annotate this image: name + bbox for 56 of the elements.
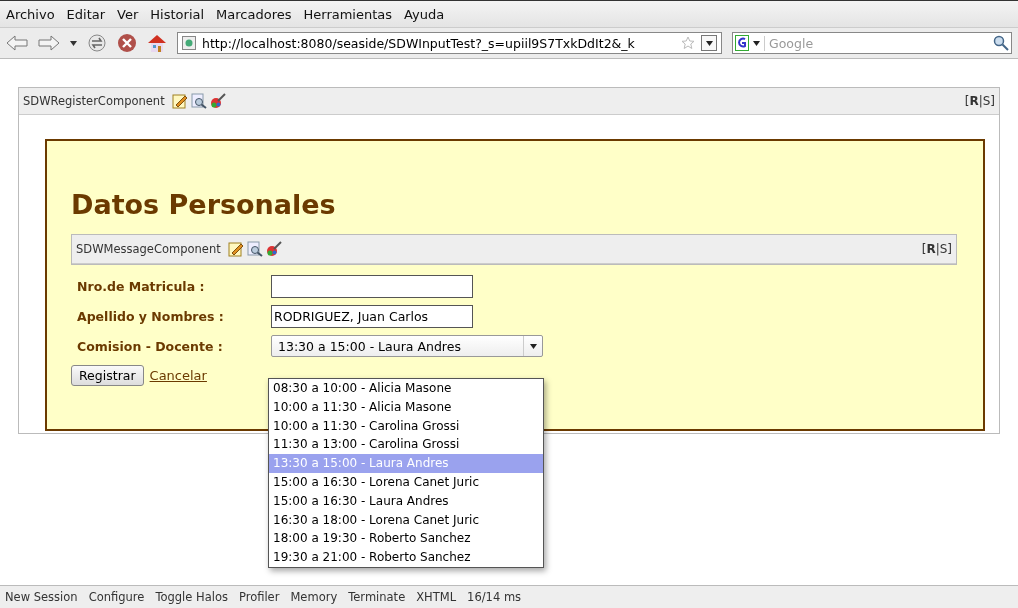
timing-text: 16/14 ms [467, 590, 522, 604]
dropdown-icon[interactable] [70, 40, 77, 46]
edit-icon[interactable] [171, 93, 188, 109]
halo-toggle[interactable]: [R|S] [964, 94, 995, 108]
register-button[interactable]: Registrar [71, 365, 144, 386]
stop-icon[interactable] [117, 33, 137, 53]
google-icon [735, 35, 749, 51]
dropdown-option[interactable]: 16:30 a 18:00 - Lorena Canet Juric [269, 510, 543, 530]
status-link[interactable]: Terminate [348, 590, 406, 604]
menu-item[interactable]: Marcadores [216, 6, 292, 22]
paint-icon[interactable] [209, 93, 226, 109]
dropdown-icon[interactable] [701, 35, 717, 51]
menu-item[interactable]: Editar [66, 6, 106, 22]
component-name: SDWMessageComponent [76, 242, 221, 256]
select-field[interactable]: 13:30 a 15:00 - Laura Andres [271, 335, 543, 357]
dropdown-option[interactable]: 15:00 a 16:30 - Lorena Canet Juric [269, 473, 543, 492]
back-icon[interactable] [6, 35, 28, 51]
status-link[interactable]: XHTML [416, 590, 457, 604]
menu-item[interactable]: Herramientas [303, 6, 393, 22]
forward-icon[interactable] [38, 35, 60, 51]
status-link[interactable]: Toggle Halos [155, 590, 228, 604]
url-field[interactable]: http://localhost:8080/seaside/SDWInputTest?_s=upiil9S7TxkDdIt2&_k [177, 32, 722, 54]
star-icon[interactable] [681, 36, 695, 50]
paint-icon[interactable] [265, 241, 282, 257]
status-link[interactable]: Profiler [238, 590, 280, 604]
search-icon[interactable] [993, 35, 1009, 51]
form-title: Datos Personales [71, 189, 337, 220]
menu-item[interactable]: Archivo [6, 6, 55, 22]
halo-toggle[interactable]: [R|S] [921, 242, 952, 256]
status-link[interactable]: New Session [5, 590, 78, 604]
edit-icon[interactable] [227, 241, 244, 257]
status-link[interactable]: Configure [88, 590, 145, 604]
component-name: SDWRegisterComponent [23, 94, 165, 108]
dropdown-option[interactable]: 10:00 a 11:30 - Carolina Grossi [269, 416, 543, 436]
menu-item[interactable]: Historial [150, 6, 205, 22]
cancel-link[interactable]: Cancelar [149, 368, 207, 383]
dropdown-option[interactable]: 19:30 a 21:00 - Roberto Sanchez [269, 548, 543, 567]
magnifier-icon[interactable] [190, 93, 207, 109]
dropdown-option[interactable]: 08:30 a 10:00 - Alicia Masone [269, 379, 543, 398]
input-field[interactable]: RODRIGUEZ, Juan Carlos [271, 304, 473, 328]
dropdown-icon[interactable] [753, 40, 760, 46]
status-link[interactable]: Memory [290, 590, 338, 604]
page-icon [182, 36, 196, 50]
dropdown-option[interactable]: 11:30 a 13:00 - Carolina Grossi [269, 435, 543, 455]
field-label: Apellido y Nombres : [76, 308, 225, 324]
menu-item[interactable]: Ver [117, 6, 139, 22]
input-field[interactable] [271, 274, 473, 298]
menu-item[interactable]: Ayuda [404, 6, 445, 22]
dropdown-option[interactable]: 15:00 a 16:30 - Laura Andres [269, 491, 543, 511]
home-icon[interactable] [147, 33, 167, 53]
field-label: Nro.de Matricula : [76, 278, 206, 294]
dropdown-option[interactable]: 10:00 a 11:30 - Alicia Masone [269, 397, 543, 417]
dropdown-option[interactable]: 18:00 a 19:30 - Roberto Sanchez [269, 529, 543, 549]
reload-icon[interactable] [87, 33, 107, 53]
field-label: Comision - Docente : [76, 338, 224, 354]
magnifier-icon[interactable] [246, 241, 263, 257]
